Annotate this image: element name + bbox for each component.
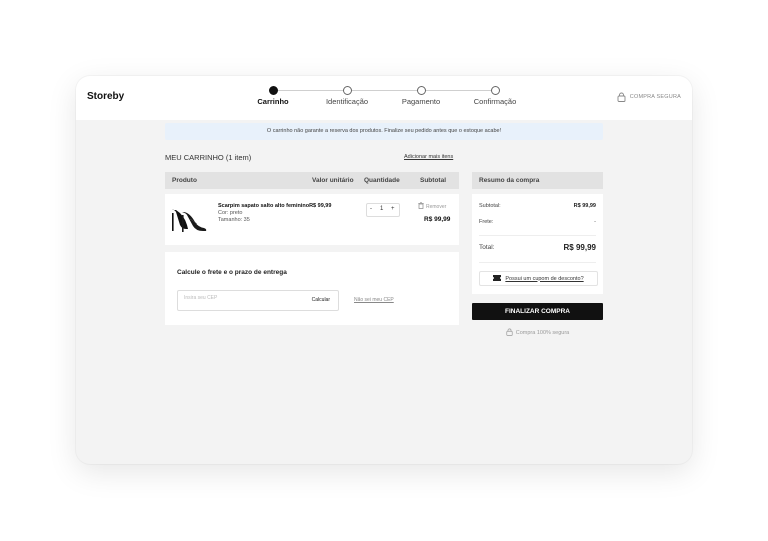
finalize-purchase-button[interactable]: FINALIZAR COMPRA bbox=[472, 303, 603, 320]
step-dot-identification bbox=[343, 86, 352, 95]
col-unit-price: Valor unitário bbox=[312, 177, 354, 184]
product-unit-price: R$ 99,99 bbox=[309, 203, 332, 209]
trash-icon bbox=[418, 202, 424, 211]
secure-label: COMPRA SEGURA bbox=[629, 94, 681, 100]
calculate-button[interactable]: Calcular bbox=[312, 297, 330, 303]
product-name-row: Scarpim sapato salto alto femininoR$ 99,… bbox=[218, 203, 331, 209]
step-label-payment: Pagamento bbox=[401, 97, 441, 106]
quantity-decrease-button[interactable]: - bbox=[370, 206, 372, 212]
product-image[interactable] bbox=[170, 207, 208, 238]
shipping-label: Frete: bbox=[479, 219, 494, 225]
secure-purchase-note: Compra 100% segura bbox=[472, 328, 603, 338]
secure-purchase-badge: COMPRA SEGURA bbox=[617, 92, 681, 102]
summary-title: Resumo da compra bbox=[479, 177, 540, 184]
summary-subtotal-row: Subtotal: R$ 99,99 bbox=[479, 203, 596, 209]
quantity-value[interactable]: 1 bbox=[380, 206, 383, 212]
product-size: Tamanho: 35 bbox=[218, 217, 250, 223]
lock-icon bbox=[617, 92, 626, 102]
summary-total-row: Total: R$ 99,99 bbox=[479, 243, 596, 252]
shipping-calculator: Calcule o frete e o prazo de entrega Cal… bbox=[165, 252, 459, 325]
shipping-title: Calcule o frete e o prazo de entrega bbox=[177, 269, 287, 276]
quantity-increase-button[interactable]: + bbox=[391, 206, 395, 212]
dont-know-cep-link[interactable]: Não sei meu CEP bbox=[354, 297, 394, 303]
remove-label: Remover bbox=[426, 203, 447, 210]
cep-input[interactable] bbox=[184, 295, 284, 301]
cart-title: MEU CARRINHO (1 item) bbox=[165, 153, 252, 162]
total-value: R$ 99,99 bbox=[563, 243, 596, 252]
col-quantity: Quantidade bbox=[364, 177, 400, 184]
step-dot-cart bbox=[269, 86, 278, 95]
remove-item-button[interactable]: Remover bbox=[418, 202, 446, 211]
subtotal-label: Subtotal: bbox=[479, 203, 501, 209]
col-subtotal: Subtotal bbox=[420, 177, 446, 184]
step-label-cart: Carrinho bbox=[257, 97, 289, 106]
product-color: Cor: preto bbox=[218, 210, 243, 216]
shipping-value: - bbox=[594, 219, 596, 225]
stock-notice: O carrinho não garante a reserva dos pro… bbox=[165, 123, 603, 140]
col-product: Produto bbox=[172, 177, 197, 184]
step-label-confirmation: Confirmação bbox=[473, 97, 517, 106]
step-dot-payment bbox=[417, 86, 426, 95]
add-more-items-link[interactable]: Adicionar mais itens bbox=[404, 154, 453, 160]
cart-item: Scarpim sapato salto alto femininoR$ 99,… bbox=[165, 194, 459, 245]
coupon-label: Possui um cupom de desconto? bbox=[505, 275, 584, 282]
summary-shipping-row: Frete: - bbox=[479, 219, 596, 225]
summary-divider-2 bbox=[479, 262, 596, 263]
cep-field-container: Calcular bbox=[177, 290, 339, 311]
summary-panel: Subtotal: R$ 99,99 Frete: - Total: R$ 99… bbox=[472, 194, 603, 294]
quantity-stepper: - 1 + bbox=[366, 203, 400, 217]
lock-icon bbox=[506, 328, 513, 338]
item-subtotal: R$ 99,99 bbox=[424, 216, 451, 223]
secure-note-label: Compra 100% segura bbox=[515, 330, 570, 336]
summary-divider bbox=[479, 235, 596, 236]
ticket-icon bbox=[493, 274, 502, 283]
steps-line bbox=[276, 90, 495, 91]
step-dot-confirmation bbox=[491, 86, 500, 95]
total-label: Total: bbox=[479, 244, 495, 251]
product-name[interactable]: Scarpim sapato salto alto feminino bbox=[218, 203, 309, 209]
step-label-identification: Identificação bbox=[325, 97, 369, 106]
cart-table-header: Produto Valor unitário Quantidade Subtot… bbox=[165, 172, 459, 189]
subtotal-value: R$ 99,99 bbox=[573, 203, 596, 209]
top-bar: Storeby Carrinho Identificação Pagamento… bbox=[76, 76, 692, 120]
checkout-steps: Carrinho Identificação Pagamento Confirm… bbox=[76, 76, 692, 120]
summary-header: Resumo da compra bbox=[472, 172, 603, 189]
browser-frame: Storeby Carrinho Identificação Pagamento… bbox=[76, 76, 692, 464]
coupon-button[interactable]: Possui um cupom de desconto? bbox=[479, 271, 598, 286]
